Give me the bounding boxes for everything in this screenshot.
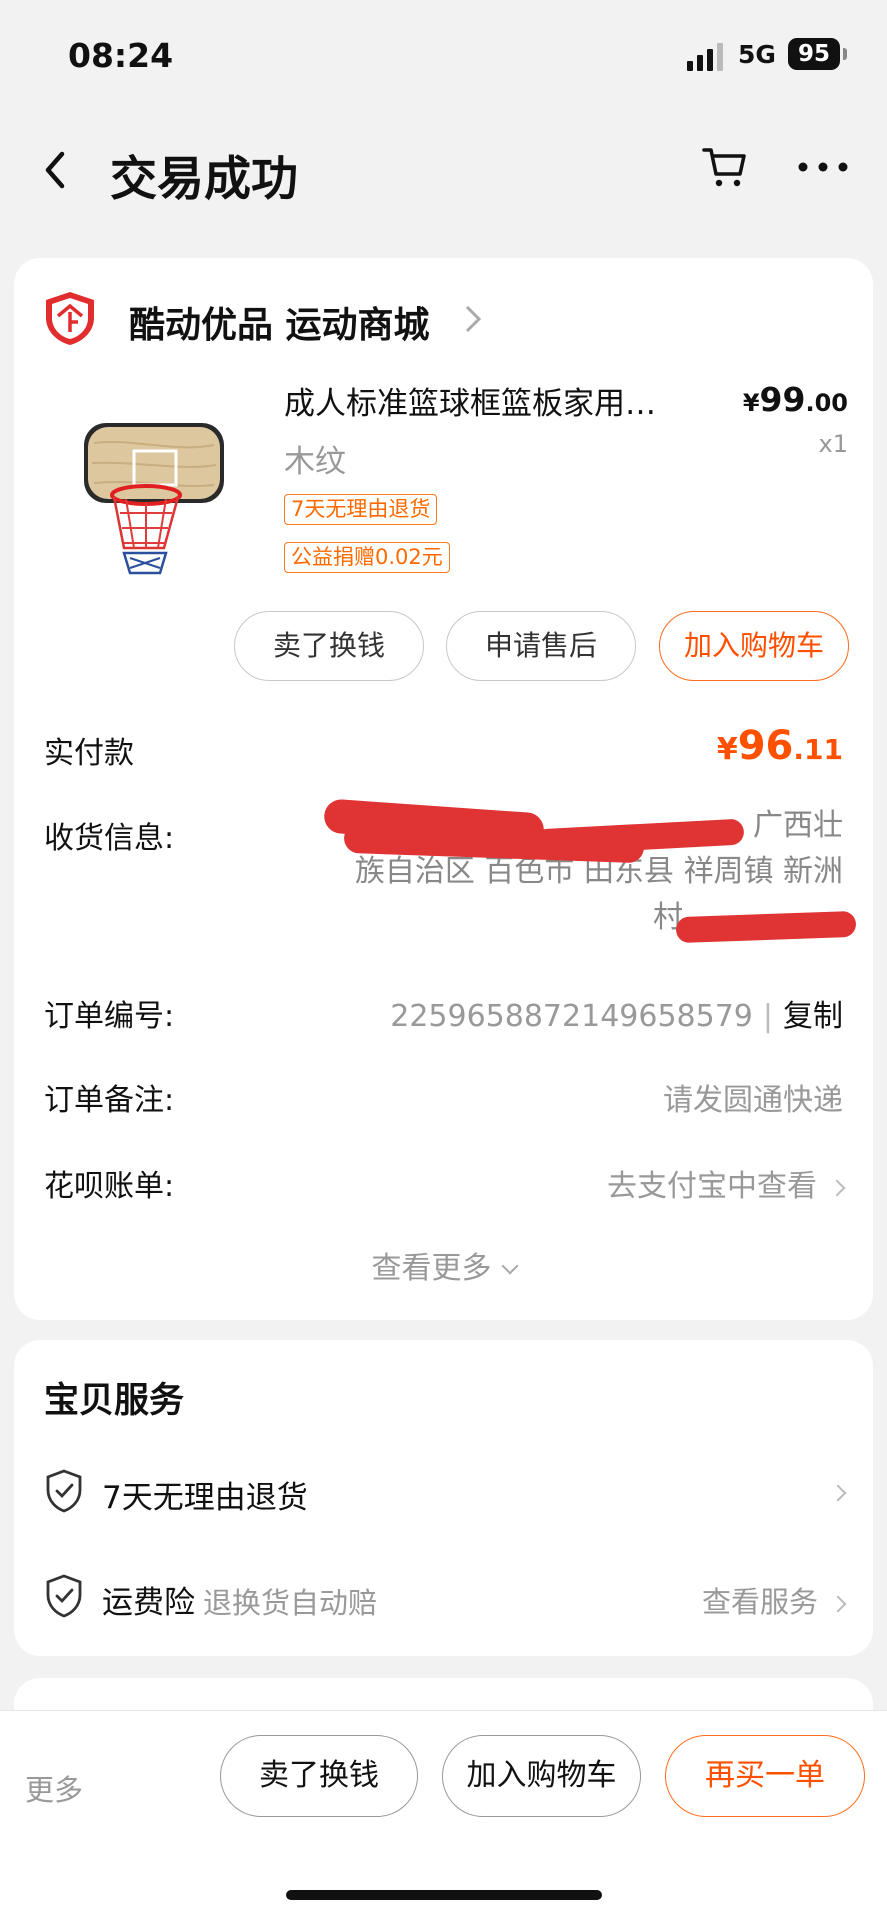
copy-separator: | bbox=[762, 999, 773, 1034]
service-item-freight[interactable]: 运费险 退换货自动赔 查看服务 bbox=[44, 1573, 847, 1623]
return-policy-tag: 7天无理由退货 bbox=[284, 494, 438, 525]
shipping-label: 收货信息: bbox=[44, 821, 175, 856]
service-arrow bbox=[818, 1474, 847, 1508]
services-card: 宝贝服务 7天无理由退货 运费险 退换货自动赔 查看服务 bbox=[14, 1340, 873, 1656]
order-number-row: 2259658872149658579 | 复制 bbox=[390, 991, 843, 1035]
more-button[interactable]: 更多 bbox=[25, 1767, 83, 1809]
shop-shield-logo-icon bbox=[46, 292, 94, 345]
chevron-right-icon bbox=[829, 1595, 847, 1613]
see-more-button[interactable]: 查看更多 bbox=[14, 1243, 873, 1287]
price-currency: ¥ bbox=[742, 389, 760, 417]
view-service-link[interactable]: 查看服务 bbox=[702, 1579, 847, 1621]
service-name: 运费险 bbox=[102, 1585, 195, 1621]
buy-again-button[interactable]: 再买一单 bbox=[665, 1735, 865, 1817]
view-service-label[interactable]: 查看服务 bbox=[702, 1585, 818, 1619]
order-number: 2259658872149658579 bbox=[390, 999, 753, 1034]
paid-decimal: .11 bbox=[793, 733, 843, 766]
more-dots-icon[interactable] bbox=[795, 142, 851, 192]
product-quantity: x1 bbox=[818, 430, 848, 458]
product-name[interactable]: 成人标准篮球框篮板家用… bbox=[284, 378, 656, 423]
paid-currency: ¥ bbox=[716, 732, 738, 767]
shield-check-icon bbox=[46, 1574, 82, 1618]
service-label: 运费险 退换货自动赔 bbox=[102, 1577, 377, 1622]
services-title: 宝贝服务 bbox=[44, 1381, 185, 1421]
price-integer: 99 bbox=[759, 380, 806, 419]
battery-icon: 95 bbox=[788, 38, 840, 70]
service-item-return[interactable]: 7天无理由退货 bbox=[44, 1468, 847, 1518]
signal-icon bbox=[687, 43, 723, 71]
product-sku: 木纹 bbox=[284, 444, 346, 480]
copy-button[interactable]: 复制 bbox=[783, 999, 843, 1034]
price-decimal: .00 bbox=[805, 389, 848, 417]
page-title: 交易成功 bbox=[110, 152, 298, 207]
shipping-province: 广西壮 bbox=[753, 808, 843, 843]
huabei-label: 花呗账单: bbox=[44, 1169, 175, 1204]
home-indicator bbox=[286, 1890, 602, 1900]
bottom-action-bar: 更多 卖了换钱 加入购物车 再买一单 bbox=[0, 1710, 887, 1919]
paid-integer: 96 bbox=[737, 723, 794, 769]
order-card: 酷动优品 运动商城 成人标准篮球框篮板家用… 木纹 7天无理由退货 公益捐赠0.… bbox=[14, 258, 873, 1320]
huabei-link[interactable]: 去支付宝中查看 bbox=[607, 1161, 846, 1205]
chevron-right-icon bbox=[465, 305, 482, 333]
see-more-label[interactable]: 查看更多 bbox=[372, 1251, 492, 1286]
network-type: 5G bbox=[738, 40, 776, 69]
add-to-cart-button-bottom[interactable]: 加入购物车 bbox=[442, 1735, 641, 1817]
order-number-label: 订单编号: bbox=[44, 999, 175, 1034]
paid-label: 实付款 bbox=[44, 736, 134, 771]
chevron-right-icon bbox=[828, 1179, 846, 1196]
back-arrow-icon[interactable] bbox=[36, 148, 76, 192]
sell-button[interactable]: 卖了换钱 bbox=[234, 611, 424, 681]
shield-check-icon bbox=[46, 1469, 82, 1513]
service-label: 7天无理由退货 bbox=[102, 1480, 308, 1516]
product-image[interactable] bbox=[64, 393, 244, 593]
shop-name[interactable]: 酷动优品 运动商城 bbox=[129, 296, 430, 348]
remark-value: 请发圆通快递 bbox=[663, 1083, 843, 1118]
chevron-right-icon bbox=[829, 1484, 847, 1502]
paid-amount: ¥96.11 bbox=[717, 723, 843, 769]
status-bar: 08:24 5G 95 bbox=[0, 0, 887, 110]
remark-label: 订单备注: bbox=[44, 1083, 175, 1118]
status-time: 08:24 bbox=[68, 36, 174, 75]
huabei-link-text[interactable]: 去支付宝中查看 bbox=[607, 1169, 817, 1204]
sell-button-bottom[interactable]: 卖了换钱 bbox=[220, 1735, 418, 1817]
after-sale-button[interactable]: 申请售后 bbox=[446, 611, 636, 681]
cart-icon[interactable] bbox=[700, 142, 750, 192]
add-to-cart-button[interactable]: 加入购物车 bbox=[659, 611, 849, 681]
charity-tag: 公益捐赠0.02元 bbox=[284, 542, 450, 573]
battery-tip bbox=[843, 48, 847, 60]
chevron-down-icon bbox=[501, 1257, 518, 1275]
product-price: ¥99.00 bbox=[743, 380, 848, 419]
service-subtitle: 退换货自动赔 bbox=[203, 1586, 378, 1620]
nav-bar: 交易成功 bbox=[0, 120, 887, 220]
